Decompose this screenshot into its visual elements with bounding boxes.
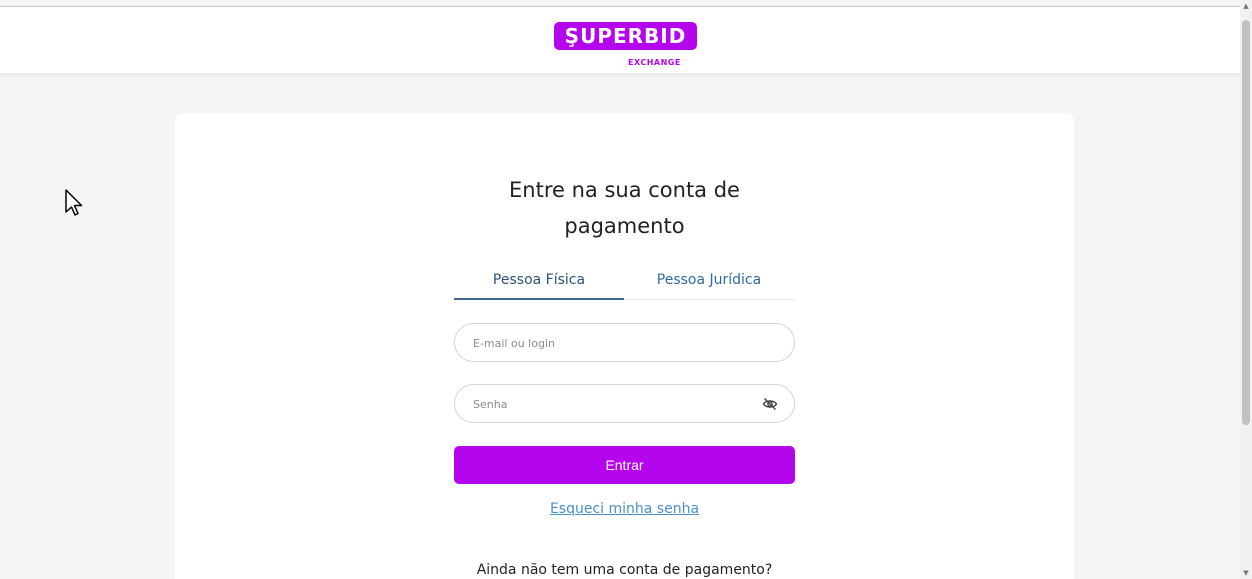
tab-pessoa-fisica[interactable]: Pessoa Física: [454, 262, 624, 300]
site-header: ŞUPERBID EXCHANGE: [0, 7, 1240, 73]
person-type-tabs: Pessoa Física Pessoa Jurídica: [454, 262, 795, 300]
mouse-pointer-icon: [64, 188, 84, 222]
superbid-exchange-logo[interactable]: ŞUPERBID EXCHANGE: [554, 22, 698, 72]
tab-pessoa-juridica[interactable]: Pessoa Jurídica: [624, 262, 794, 300]
signup-question: Ainda não tem uma conta de pagamento?: [476, 562, 773, 578]
scroll-down-arrow-icon[interactable]: ▼: [1240, 567, 1252, 579]
email-field[interactable]: [454, 323, 795, 362]
eye-off-icon[interactable]: [762, 396, 778, 412]
email-input[interactable]: [473, 333, 753, 353]
scroll-thumb[interactable]: [1242, 20, 1250, 425]
entrar-button[interactable]: Entrar: [454, 446, 795, 484]
logo-subtitle: EXCHANGE: [628, 58, 681, 67]
password-input[interactable]: [473, 394, 753, 414]
password-field[interactable]: [454, 384, 795, 423]
scroll-up-arrow-icon[interactable]: ▲: [1240, 0, 1252, 12]
vertical-scrollbar[interactable]: ▲ ▼: [1240, 0, 1252, 579]
page-title: Entre na sua conta de pagamento: [509, 178, 740, 238]
logo-wordmark: ŞUPERBID: [554, 22, 697, 50]
forgot-password-link[interactable]: Esqueci minha senha: [454, 501, 795, 517]
